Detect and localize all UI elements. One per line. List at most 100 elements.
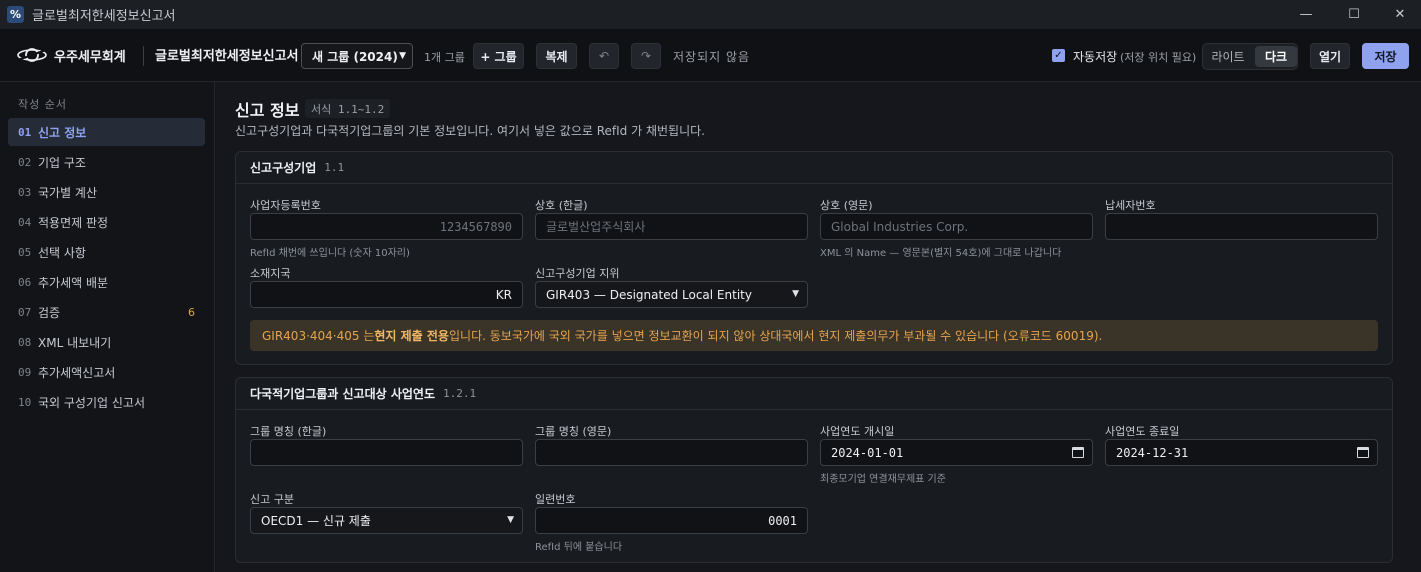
nav-number: 02 xyxy=(18,155,32,169)
sidebar-item-topup-allocation[interactable]: 06 추가세액 배분 xyxy=(8,268,205,296)
sidebar-item-xml-export[interactable]: 08 XML 내보내기 xyxy=(8,328,205,356)
nav-label: 신고 정보 xyxy=(38,125,87,140)
fy-start-label: 사업연도 개시일 xyxy=(820,425,895,438)
brn-input[interactable]: 1234567890 xyxy=(250,213,523,240)
autosave-checkbox[interactable]: ✓ xyxy=(1052,49,1065,62)
fy-start-value: 2024-01-01 xyxy=(831,445,904,460)
warning-emphasis: 현지 제출 전용 xyxy=(374,329,449,343)
page-description: 신고구성기업과 다국적기업그룹의 기본 정보입니다. 여기서 넣은 값으로 Re… xyxy=(235,124,705,138)
nav-label: 국가별 계산 xyxy=(38,185,98,200)
sidebar-item-topup-return[interactable]: 09 추가세액신고서 xyxy=(8,358,205,386)
brand-logo: 우주세무회계 xyxy=(16,43,126,67)
nav-label: 기업 구조 xyxy=(38,155,86,170)
sidebar-item-corporate-structure[interactable]: 02 기업 구조 xyxy=(8,148,205,176)
filing-entity-card: 신고구성기업 1.1 사업자등록번호 1234567890 RefId 채번에 … xyxy=(235,151,1393,365)
autosave-note: (저장 위치 필요) xyxy=(1120,51,1197,64)
group-kr-input[interactable] xyxy=(250,439,523,466)
name-en-placeholder: Global Industries Corp. xyxy=(831,219,969,234)
brand-name: 우주세무회계 xyxy=(54,49,126,65)
maximize-button[interactable]: ☐ xyxy=(1331,0,1377,29)
group-select[interactable]: 새 그룹 (2024) ▼ xyxy=(301,43,413,69)
fy-start-help: 최종모기업 연결재무제표 기준 xyxy=(820,474,946,485)
sidebar-item-report-info[interactable]: 01 신고 정보 xyxy=(8,118,205,146)
brn-label: 사업자등록번호 xyxy=(250,199,321,212)
fy-end-value: 2024-12-31 xyxy=(1116,445,1189,460)
filing-type-select[interactable]: OECD1 — 신규 제출 ▼ xyxy=(250,507,523,534)
card-header: 다국적기업그룹과 신고대상 사업연도 1.2.1 xyxy=(236,378,1392,410)
name-kr-placeholder: 글로벌산업주식회사 xyxy=(546,220,646,234)
serial-input[interactable]: 0001 xyxy=(535,507,808,534)
jurisdiction-input[interactable]: KR xyxy=(250,281,523,308)
theme-dark-button[interactable]: 다크 xyxy=(1255,46,1297,67)
document-title: 글로벌최저한세정보신고서 xyxy=(155,49,299,64)
sidebar-item-exemption[interactable]: 04 적용면제 판정 xyxy=(8,208,205,236)
jurisdiction-label: 소재지국 xyxy=(250,267,291,280)
calendar-icon[interactable] xyxy=(1357,447,1369,458)
brn-help: RefId 채번에 쓰입니다 (숫자 10자리) xyxy=(250,248,410,259)
serial-label: 일련번호 xyxy=(535,493,576,506)
name-en-label: 상호 (영문) xyxy=(820,199,873,212)
filing-type-label: 신고 구분 xyxy=(250,493,294,506)
nav-number: 04 xyxy=(18,215,32,229)
nav-number: 03 xyxy=(18,185,32,199)
minimize-button[interactable]: — xyxy=(1283,0,1329,29)
card-code: 1.2.1 xyxy=(443,387,477,400)
role-select[interactable]: GIR403 — Designated Local Entity ▼ xyxy=(535,281,808,308)
toolbar: 우주세무회계 글로벌최저한세정보신고서 새 그룹 (2024) ▼ 1개 그룹 … xyxy=(0,29,1421,82)
calendar-icon[interactable] xyxy=(1072,447,1084,458)
group-en-input[interactable] xyxy=(535,439,808,466)
theme-light-button[interactable]: 라이트 xyxy=(1207,46,1249,67)
redo-icon[interactable]: ↷ xyxy=(631,43,661,69)
nav-label: 적용면제 판정 xyxy=(38,215,109,230)
brn-placeholder: 1234567890 xyxy=(439,219,512,234)
theme-toggle: 라이트 다크 xyxy=(1202,43,1298,70)
main-content: 신고 정보 서식 1.1~1.2 신고구성기업과 다국적기업그룹의 기본 정보입… xyxy=(216,82,1421,572)
card-header: 신고구성기업 1.1 xyxy=(236,152,1392,184)
serial-help: RefId 뒤에 붙습니다 xyxy=(535,542,623,553)
nav-number: 01 xyxy=(18,125,32,139)
warning-text: 입니다. 동보국가에 국외 국가를 넣으면 정보교환이 되지 않아 상대국에서 … xyxy=(448,329,1103,343)
duplicate-button[interactable]: 복제 xyxy=(536,43,577,69)
chevron-down-icon: ▼ xyxy=(399,51,406,61)
title-bar: % 글로벌최저한세정보신고서 — ☐ ✕ xyxy=(0,0,1421,29)
group-select-value: 새 그룹 (2024) xyxy=(312,49,398,64)
nav-number: 10 xyxy=(18,395,32,409)
group-fiscal-year-card: 다국적기업그룹과 신고대상 사업연도 1.2.1 그룹 명칭 (한글) 그룹 명… xyxy=(235,377,1393,563)
close-button[interactable]: ✕ xyxy=(1377,0,1421,29)
group-en-label: 그룹 명칭 (영문) xyxy=(535,425,612,438)
app-icon: % xyxy=(7,6,24,23)
warning-prefix: GIR403·404·405 는 xyxy=(262,329,375,343)
logo-icon xyxy=(17,48,47,62)
fy-end-date-input[interactable]: 2024-12-31 xyxy=(1105,439,1378,466)
validation-count-badge: 6 xyxy=(188,305,195,319)
sidebar-item-elections[interactable]: 05 선택 사항 xyxy=(8,238,205,266)
role-label: 신고구성기업 지위 xyxy=(535,267,620,280)
card-title: 다국적기업그룹과 신고대상 사업연도 xyxy=(250,387,435,401)
nav-label: 검증 xyxy=(38,305,61,320)
sidebar-item-validation[interactable]: 07 검증 6 xyxy=(8,298,205,326)
save-button[interactable]: 저장 xyxy=(1362,43,1409,69)
nav-number: 05 xyxy=(18,245,32,259)
open-button[interactable]: 열기 xyxy=(1310,43,1350,69)
card-title: 신고구성기업 xyxy=(250,161,317,175)
fy-start-date-input[interactable]: 2024-01-01 xyxy=(820,439,1093,466)
tin-label: 납세자번호 xyxy=(1105,199,1156,212)
add-group-button[interactable]: + 그룹 xyxy=(473,43,524,69)
sidebar-heading: 작성 순서 xyxy=(18,98,67,111)
save-status: 저장되지 않음 xyxy=(673,50,751,64)
card-code: 1.1 xyxy=(324,161,345,174)
name-en-help: XML 의 Name — 영문본(별지 54호)에 그대로 나갑니다 xyxy=(820,248,1062,259)
fy-end-label: 사업연도 종료일 xyxy=(1105,425,1180,438)
sidebar-item-country-calc[interactable]: 03 국가별 계산 xyxy=(8,178,205,206)
name-en-input[interactable]: Global Industries Corp. xyxy=(820,213,1093,240)
name-kr-label: 상호 (한글) xyxy=(535,199,588,212)
nav-number: 08 xyxy=(18,335,32,349)
nav-label: 추가세액 배분 xyxy=(38,275,109,290)
undo-icon[interactable]: ↶ xyxy=(589,43,619,69)
warning-banner: GIR403·404·405 는 현지 제출 전용 입니다. 동보국가에 국외 … xyxy=(250,320,1378,351)
name-kr-input[interactable]: 글로벌산업주식회사 xyxy=(535,213,808,240)
tin-input[interactable] xyxy=(1105,213,1378,240)
sidebar: 작성 순서 01 신고 정보 02 기업 구조 03 국가별 계산 04 적용면… xyxy=(0,82,215,572)
sidebar-item-foreign-entity-return[interactable]: 10 국외 구성기업 신고서 xyxy=(8,388,205,416)
group-kr-label: 그룹 명칭 (한글) xyxy=(250,425,327,438)
